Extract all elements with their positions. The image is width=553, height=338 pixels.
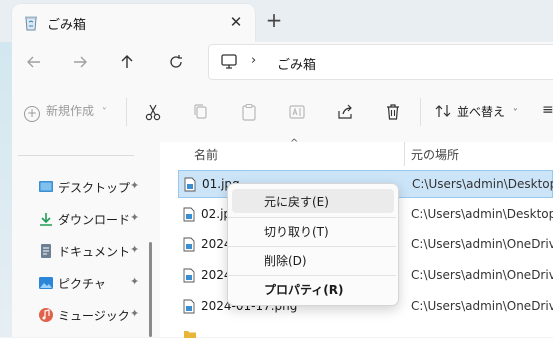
scissors-icon (145, 104, 161, 121)
pin-icon: ✦ (130, 179, 140, 192)
menu-item-cut[interactable]: 切り取り(T) (232, 219, 394, 243)
divider (126, 98, 127, 126)
breadcrumb-recycle-bin[interactable]: ごみ箱 (277, 54, 316, 73)
image-file-icon (183, 268, 195, 283)
menu-divider (228, 275, 396, 276)
image-file-icon (184, 177, 196, 192)
menu-item-delete[interactable]: 削除(D) (232, 248, 394, 272)
music-icon (39, 308, 53, 322)
new-button[interactable]: + 新規作成 ˅ (24, 102, 107, 122)
menu-item-label: 切り取り(T) (264, 225, 329, 239)
rename-button[interactable] (283, 100, 311, 126)
column-divider[interactable] (404, 142, 405, 166)
sidebar-scrollbar[interactable] (149, 242, 152, 337)
clipboard-icon (242, 103, 256, 121)
file-explorer-window: ごみ箱 ✕ + › ごみ箱 + 新規作成 ˅ 並べ替え ˅ ≡ デスクトップ ✦… (0, 0, 553, 338)
pin-icon: ✦ (130, 307, 140, 320)
sidebar-item-label: ミュージック (58, 309, 130, 323)
pin-icon: ✦ (130, 275, 140, 288)
desktop-icon (39, 181, 53, 192)
back-button[interactable] (20, 48, 48, 76)
refresh-button[interactable] (162, 48, 190, 76)
sidebar-item-label: ドキュメント (58, 245, 131, 259)
sidebar-item-pictures[interactable]: ピクチャ ✦ (38, 271, 148, 295)
sidebar-item-downloads[interactable]: ダウンロード ✦ (38, 207, 148, 231)
cut-button[interactable] (139, 100, 167, 126)
tab-bar: ごみ箱 ✕ + (0, 0, 553, 42)
refresh-icon (170, 55, 182, 68)
address-bar[interactable]: › ごみ箱 (208, 44, 553, 80)
breadcrumb-separator: › (251, 53, 257, 68)
desktop-background-strip (0, 0, 12, 337)
back-arrow-icon (27, 56, 40, 68)
sidebar-item-label: ピクチャ (58, 277, 106, 291)
image-file-icon (183, 299, 195, 314)
new-tab-button[interactable]: + (262, 9, 286, 33)
view-menu-icon[interactable]: ≡ (542, 102, 553, 118)
sidebar-item-music[interactable]: ミュージック ✦ (38, 303, 148, 327)
menu-divider (228, 217, 396, 218)
up-arrow-icon (121, 55, 133, 68)
sidebar-item-desktop[interactable]: デスクトップ ✦ (38, 175, 148, 199)
tab-recycle-bin[interactable]: ごみ箱 ✕ (12, 4, 255, 42)
file-original-location: C:\Users\admin\OneDrive\ (411, 268, 553, 282)
table-row[interactable] (178, 324, 553, 338)
download-icon (40, 213, 52, 226)
menu-item-label: プロパティ(R) (264, 283, 344, 297)
sort-button[interactable]: 並べ替え ˅ (435, 103, 518, 120)
plus-icon: + (24, 106, 40, 122)
chevron-down-icon: ˅ (512, 108, 518, 119)
menu-item-properties[interactable]: プロパティ(R) (232, 277, 394, 301)
copy-icon (194, 104, 207, 119)
pin-icon: ✦ (130, 243, 140, 256)
chevron-down-icon: ˅ (101, 107, 107, 118)
sort-ascending-icon: ^ (290, 138, 299, 149)
paste-button[interactable] (235, 100, 263, 126)
context-menu: 元に戻す(E) 切り取り(T) 削除(D) プロパティ(R) (227, 183, 399, 306)
sort-label: 並べ替え (457, 105, 506, 119)
file-original-location: C:\Users\admin\Desktop\p (411, 207, 553, 221)
file-original-location: C:\Users\admin\OneDrive\ (411, 237, 553, 251)
sidebar-item-documents[interactable]: ドキュメント ✦ (38, 239, 148, 263)
sidebar-item-label: デスクトップ (58, 181, 131, 195)
up-button[interactable] (113, 48, 141, 76)
trash-icon (387, 104, 399, 120)
close-tab-icon[interactable]: ✕ (225, 11, 247, 33)
menu-item-label: 元に戻す(E) (264, 195, 329, 209)
navigation-pane: デスクトップ ✦ ダウンロード ✦ ドキュメント ✦ ピクチャ ✦ ミュージック… (12, 142, 160, 337)
file-original-location: C:\Users\admin\OneDrive\ (411, 299, 553, 313)
share-icon (338, 104, 352, 119)
column-header-original-location[interactable]: 元の場所 (411, 146, 459, 163)
forward-arrow-icon (74, 56, 87, 68)
computer-icon (221, 54, 237, 69)
image-file-icon (183, 207, 195, 222)
navigation-bar: › ごみ箱 (12, 42, 553, 82)
pictures-icon (39, 277, 53, 289)
menu-item-label: 削除(D) (264, 254, 307, 268)
tab-title: ごみ箱 (47, 18, 87, 33)
column-header-name[interactable]: 名前 (194, 146, 218, 163)
sort-arrows-icon (435, 105, 451, 117)
menu-item-restore[interactable]: 元に戻す(E) (232, 189, 394, 213)
forward-button[interactable] (66, 48, 94, 76)
share-button[interactable] (331, 100, 359, 126)
divider (18, 155, 134, 156)
pin-icon: ✦ (130, 211, 140, 224)
recycle-bin-icon (25, 16, 37, 31)
copy-button[interactable] (187, 100, 215, 126)
divider (420, 98, 421, 126)
sidebar-item-label: ダウンロード (58, 213, 131, 227)
new-label: 新規作成 (46, 104, 95, 118)
column-header-row: ^ 名前 元の場所 (160, 138, 553, 166)
image-file-icon (183, 237, 195, 252)
rename-icon (289, 105, 305, 119)
documents-icon (41, 244, 51, 258)
file-original-location: C:\Users\admin\Desktop\p (412, 177, 553, 191)
delete-button[interactable] (379, 100, 407, 126)
command-bar: + 新規作成 ˅ 並べ替え ˅ ≡ (12, 82, 553, 143)
menu-divider (228, 246, 396, 247)
